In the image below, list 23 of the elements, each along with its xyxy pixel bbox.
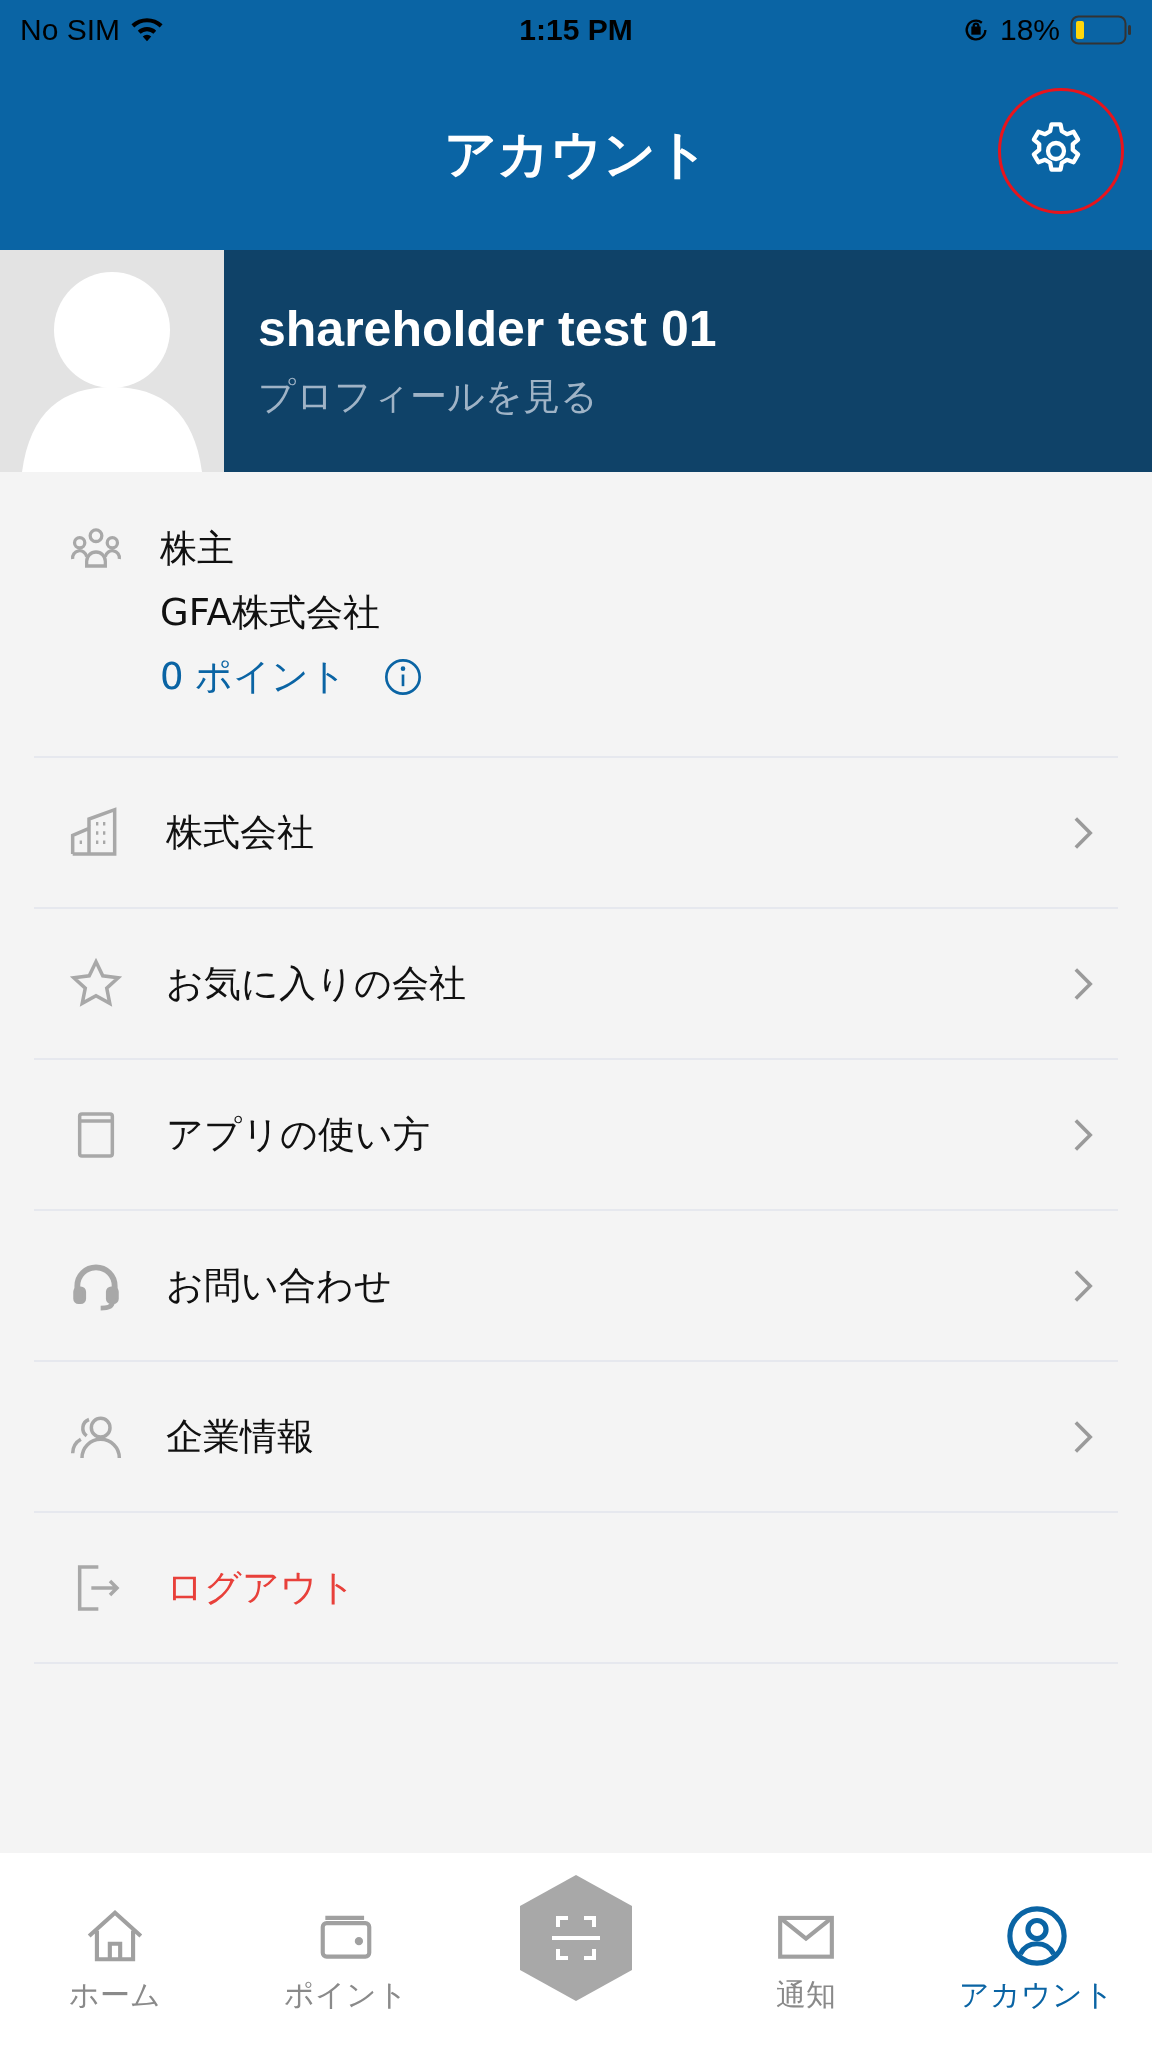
account-icon: [1005, 1905, 1068, 1967]
battery-icon: [1070, 15, 1132, 45]
menu-item[interactable]: お問い合わせ: [34, 1211, 1118, 1362]
tab-item[interactable]: 通知: [691, 1875, 922, 2016]
menu-item[interactable]: 企業情報: [34, 1362, 1118, 1513]
user-name: shareholder test 01: [258, 300, 717, 358]
tab-item[interactable]: ホーム: [0, 1875, 231, 2016]
tab-item[interactable]: ポイント: [230, 1875, 461, 2016]
battery-percent-text: 18%: [999, 13, 1060, 47]
wifi-icon: [130, 17, 165, 43]
points-text: 0 ポイント: [160, 654, 348, 700]
info-icon[interactable]: [383, 657, 424, 697]
menu-item[interactable]: アプリの使い方: [34, 1060, 1118, 1211]
role-label: 株主: [160, 526, 235, 572]
clock-text: 1:15 PM: [519, 13, 633, 47]
menu-item[interactable]: お気に入りの会社: [34, 909, 1118, 1060]
page-title: アカウント: [443, 123, 709, 186]
menu-item[interactable]: ログアウト: [34, 1513, 1118, 1664]
carrier-text: No SIM: [20, 13, 121, 47]
view-profile-link[interactable]: プロフィールを見る: [258, 372, 717, 422]
tab-item[interactable]: アカウント: [921, 1875, 1152, 2016]
company-name: GFA株式会社: [160, 590, 381, 636]
menu-item[interactable]: 株式会社: [34, 758, 1118, 909]
